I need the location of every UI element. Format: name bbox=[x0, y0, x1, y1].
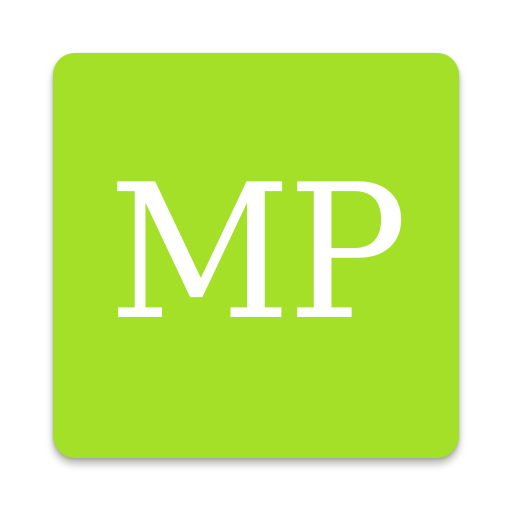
app-icon-canvas: MP bbox=[0, 0, 512, 512]
monogram-text: MP bbox=[108, 143, 407, 361]
app-icon[interactable]: MP bbox=[53, 53, 459, 458]
